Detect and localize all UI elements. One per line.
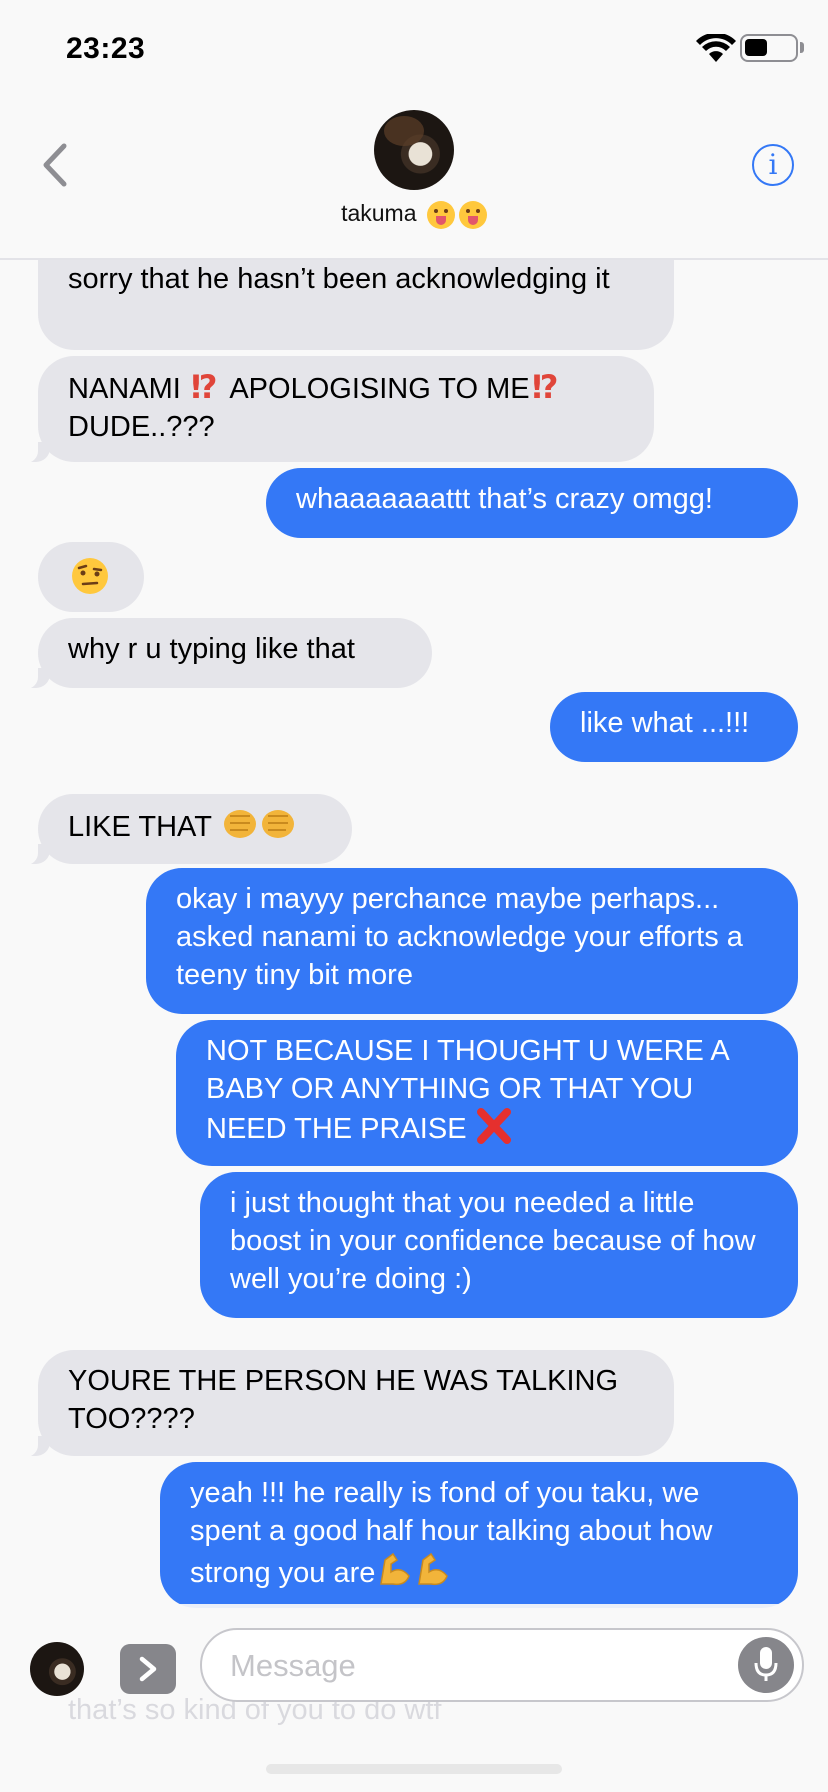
- message-bubble[interactable]: NANAMI ⁉ APOLOGISING TO ME ⁉ DUDE..???: [20, 356, 654, 463]
- contact-name-button[interactable]: takuma: [0, 200, 828, 229]
- message-text: sorry that he hasn’t been acknowledging …: [68, 263, 610, 295]
- message-text: LIKE THAT: [68, 811, 212, 843]
- flexed-biceps-icon: [418, 1552, 449, 1586]
- wifi-icon: [696, 34, 736, 62]
- status-bar: 23:23: [0, 0, 828, 100]
- svg-text:⁉: ⁉: [532, 368, 559, 402]
- message-bubble[interactable]: like what ...!!!: [550, 692, 798, 762]
- message-bubble[interactable]: yeah !!! he really is fond of you taku, …: [160, 1462, 798, 1608]
- battery-cap: [800, 42, 804, 53]
- raised-eyebrow-face-icon: [72, 558, 108, 595]
- message-bubble[interactable]: okay i mayyy perchance maybe perhaps... …: [146, 868, 798, 1014]
- message-text: like what ...!!!: [580, 707, 750, 739]
- user-avatar[interactable]: [30, 1642, 84, 1696]
- message-text: i just thought that you needed a little …: [230, 1187, 756, 1295]
- battery-level: [745, 39, 767, 56]
- message-input[interactable]: [230, 1644, 690, 1688]
- message-bubble[interactable]: why r u typing like that: [20, 618, 432, 689]
- message-text: APOLOGISING TO ME: [229, 373, 530, 405]
- message-input-field[interactable]: [200, 1628, 804, 1702]
- flexed-biceps-icon: [380, 1552, 411, 1586]
- message-bubble[interactable]: whaaaaaaattt that’s crazy omgg!: [266, 468, 798, 538]
- battery-icon: [740, 34, 798, 62]
- message-bubble[interactable]: NOT BECAUSE I THOUGHT U WERE A BABY OR A…: [176, 1020, 798, 1166]
- tongue-face-icon: [426, 200, 455, 229]
- apps-button[interactable]: [120, 1644, 176, 1694]
- message-bubble[interactable]: LIKE THAT: [20, 794, 352, 865]
- oncoming-fist-icon: [223, 810, 256, 838]
- message-bubble[interactable]: [38, 542, 144, 612]
- oncoming-fist-icon: [261, 810, 294, 838]
- info-icon[interactable]: i: [752, 144, 794, 186]
- status-time: 23:23: [66, 32, 146, 65]
- exclamation-question-icon: ⁉: [189, 368, 223, 406]
- back-chevron-icon[interactable]: [36, 140, 76, 190]
- message-text: whaaaaaaattt that’s crazy omgg!: [296, 483, 713, 515]
- conversation-header: takuma i: [0, 100, 828, 260]
- svg-text:⁉: ⁉: [191, 368, 218, 402]
- microphone-icon: [754, 1647, 778, 1681]
- exclamation-question-icon: ⁉: [530, 368, 564, 406]
- contact-name: takuma: [341, 200, 417, 226]
- cross-mark-icon: [476, 1108, 511, 1144]
- message-text: YOURE THE PERSON HE WAS TALKING TOO????: [68, 1365, 619, 1435]
- compose-bar: that’s so kind of you to do wtf: [0, 1604, 828, 1792]
- message-text: NANAMI: [68, 373, 181, 405]
- message-bubble[interactable]: YOURE THE PERSON HE WAS TALKING TOO????: [20, 1350, 674, 1457]
- microphone-button[interactable]: [738, 1637, 794, 1693]
- contact-avatar[interactable]: [374, 110, 454, 190]
- chevron-right-icon: [139, 1656, 157, 1682]
- tongue-face-icon: [458, 200, 487, 229]
- message-text: okay i mayyy perchance maybe perhaps... …: [176, 883, 743, 991]
- message-text: why r u typing like that: [68, 633, 355, 665]
- message-text: DUDE..???: [68, 411, 215, 443]
- message-text: NOT BECAUSE I THOUGHT U WERE A BABY OR A…: [206, 1035, 729, 1145]
- message-bubble[interactable]: i just thought that you needed a little …: [200, 1172, 798, 1318]
